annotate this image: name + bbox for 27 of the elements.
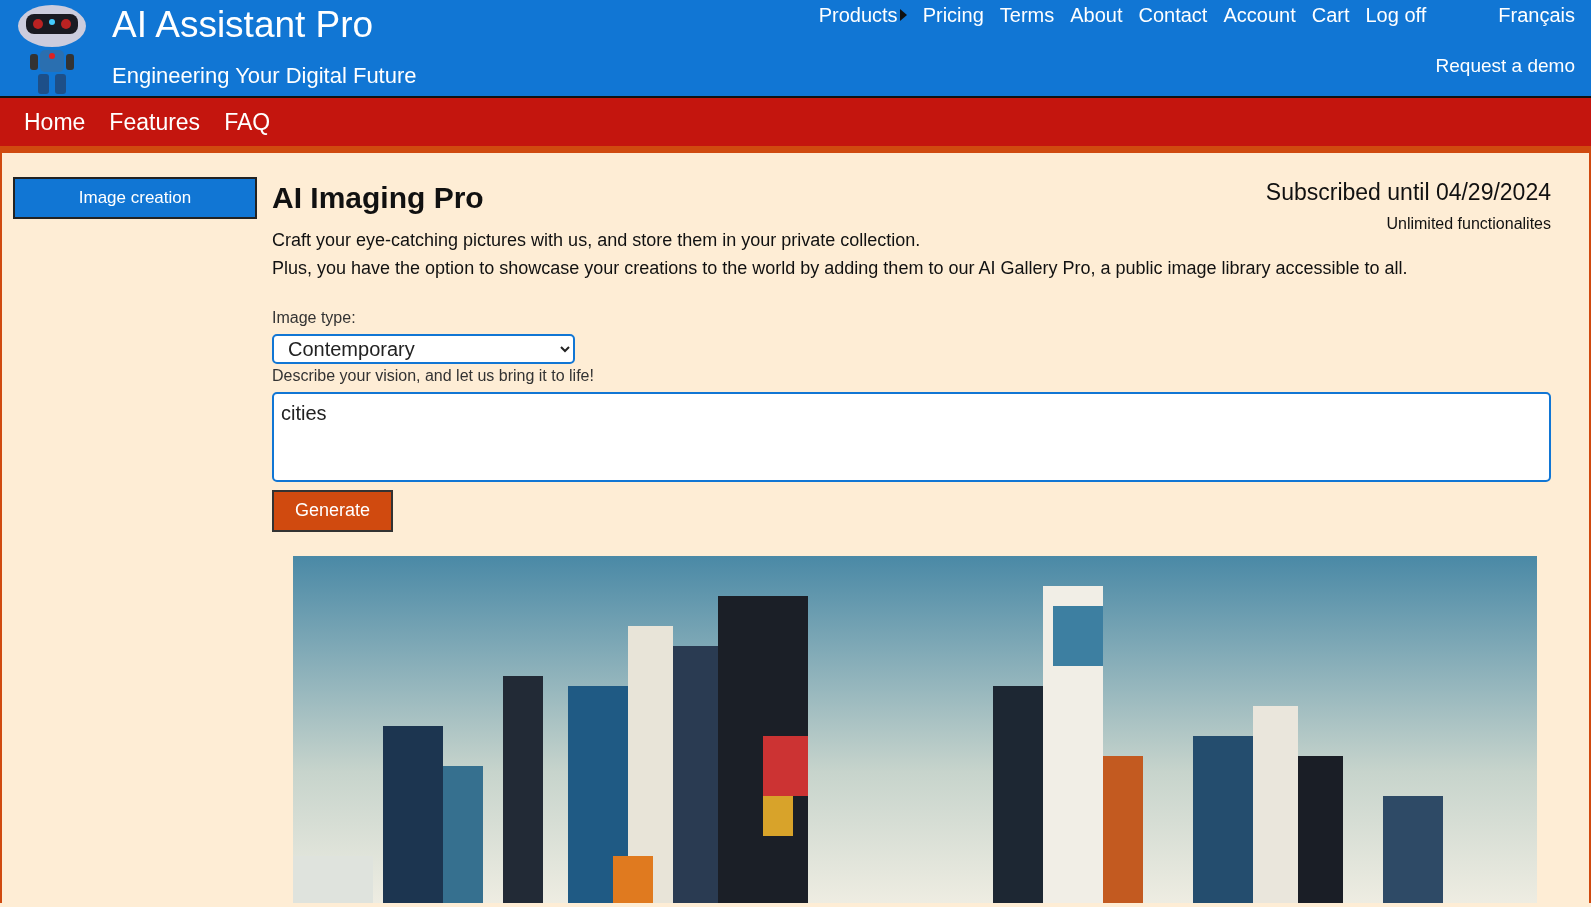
subnav-link[interactable]: Home xyxy=(24,104,86,140)
prompt-label: Describe your vision, and let us bring it to life! xyxy=(272,365,595,386)
language-link[interactable]: Français xyxy=(1474,0,1575,30)
nav-link[interactable]: Terms xyxy=(999,0,1055,30)
subscription-status: Subscribed until 04/29/2024 xyxy=(1265,178,1551,207)
caret-icon xyxy=(899,9,907,21)
generate-button[interactable]: Generate xyxy=(272,489,393,532)
description-text: Plus, you have the option to showcase your creations to the world by adding them to our AI Gallery Pro, a public image library accessible to all. xyxy=(272,256,1409,280)
subnav-link[interactable]: FAQ xyxy=(224,104,271,140)
request-demo-link[interactable]: Request a demo xyxy=(1435,51,1575,80)
nav-link[interactable]: Pricing xyxy=(922,0,984,30)
image-type-label: Image type: xyxy=(272,307,357,328)
nav-link[interactable]: Log off xyxy=(1365,0,1427,30)
plan-label: Unlimited functionalites xyxy=(1385,213,1551,234)
nav-link[interactable]: About xyxy=(1070,0,1123,30)
site-title: AI Assistant Pro xyxy=(112,6,375,43)
nav-link[interactable]: Account xyxy=(1223,0,1296,30)
page-title: AI Imaging Pro xyxy=(272,180,484,216)
prompt-input[interactable]: cities xyxy=(272,391,1551,482)
nav-link[interactable]: Products xyxy=(818,0,907,30)
description-text: Craft your eye-catching pictures with us, and store them in your private collection. xyxy=(272,228,922,252)
subnav-link[interactable]: Features xyxy=(109,104,201,140)
nav-link[interactable]: Cart xyxy=(1311,0,1350,30)
sidebar-item[interactable]: Image creation xyxy=(13,177,257,219)
image-type-select[interactable]: Contemporary xyxy=(272,333,575,364)
nav-link[interactable]: Contact xyxy=(1138,0,1208,30)
site-tagline: Engineering Your Digital Future xyxy=(112,62,417,90)
